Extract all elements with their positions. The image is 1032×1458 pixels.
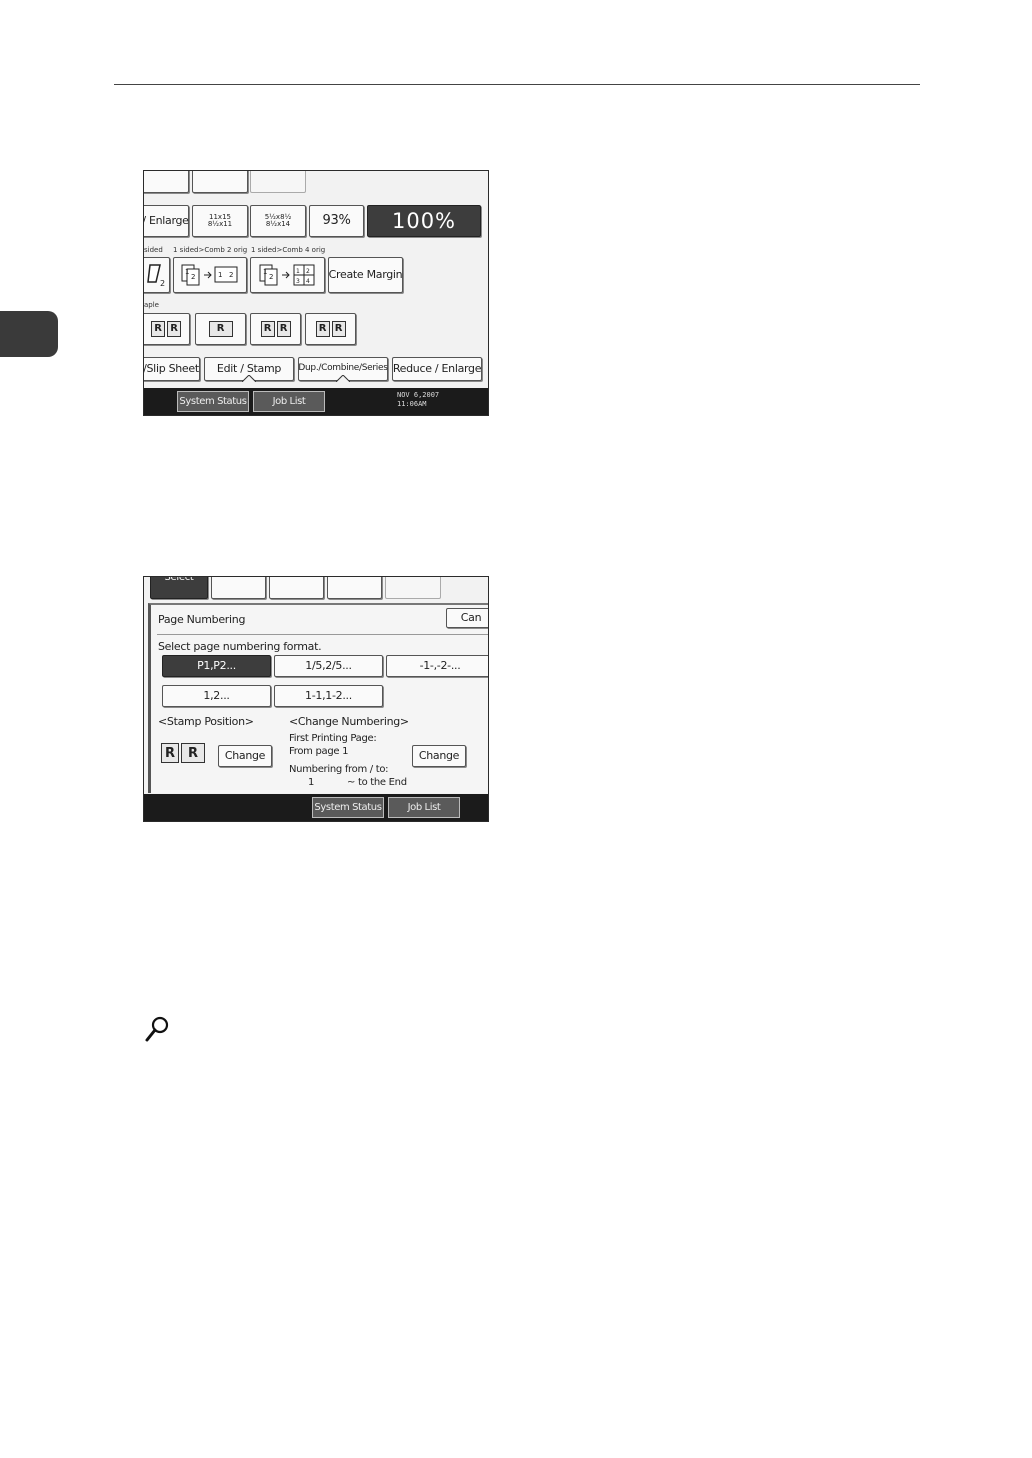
tab-reduce-enlarge[interactable]: Reduce / Enlarge — [392, 357, 482, 381]
preset-ratio-5x8-button[interactable]: 5½x8½ 8½x14 — [250, 205, 306, 237]
format-chapter-button[interactable]: 1-1,1-2... — [274, 685, 383, 707]
tab-slip-sheet[interactable]: /Slip Sheet — [144, 357, 200, 381]
status-bar: System Status Job List NOV 6,2007 11:06A… — [144, 388, 488, 415]
top-button-3[interactable] — [250, 171, 306, 193]
change-stamp-position-button[interactable]: Change — [218, 745, 272, 767]
panel-title: Page Numbering — [158, 613, 246, 626]
r-orientation-icon: R — [181, 743, 205, 763]
preset1-bottom: 8½x11 — [207, 220, 233, 228]
ratio-100-button[interactable]: 100% — [367, 205, 481, 237]
status-bar: System Status Job List — [144, 794, 488, 821]
numbering-start-value: 1 — [308, 777, 315, 788]
duplex-button[interactable]: 2 — [144, 257, 170, 293]
svg-text:1: 1 — [218, 271, 222, 279]
r-orientation-icon: R — [167, 321, 181, 337]
preset-ratio-11x15-button[interactable]: 11x15 8½x11 — [192, 205, 248, 237]
job-list-button[interactable]: Job List — [253, 391, 325, 412]
time-text: 11:06AM — [397, 400, 427, 409]
svg-text:1: 1 — [185, 268, 189, 276]
numbering-end-value: ~ to the End — [347, 777, 407, 788]
r-orientation-icon: R — [161, 743, 179, 763]
r-orientation-icon: R — [151, 321, 165, 337]
create-margin-button[interactable]: Create Margin — [328, 257, 403, 293]
combine-4-icon: 1 2 1 2 3 4 — [259, 264, 314, 286]
svg-text:1: 1 — [296, 268, 300, 275]
date-text: NOV 6,2007 — [397, 391, 440, 399]
stamp-position-label: <Stamp Position> — [158, 715, 254, 728]
tab-pointer-icon — [336, 375, 350, 382]
staple-top-left-button[interactable]: R R — [144, 313, 190, 345]
combine-4-button[interactable]: 1 2 1 2 3 4 — [250, 257, 325, 293]
staple-right-button[interactable]: R R — [305, 313, 356, 345]
chapter-tab — [0, 311, 58, 357]
first-printing-page-label: First Printing Page: — [289, 733, 377, 744]
top-button-1[interactable] — [144, 171, 189, 193]
r-orientation-icon: R — [276, 321, 291, 337]
format-plain-button[interactable]: 1,2... — [162, 685, 271, 707]
copier-screen-main: / Enlarge 11x15 8½x11 5½x8½ 8½x14 93% 10… — [143, 170, 489, 416]
select-tab[interactable]: Select — [150, 577, 208, 599]
tab-pointer-icon — [242, 375, 256, 382]
r-orientation-icon: R — [331, 321, 346, 337]
comb2-label: 1 sided>Comb 2 orig — [173, 246, 248, 254]
svg-text:2: 2 — [229, 271, 233, 279]
top-tab-5[interactable] — [385, 577, 441, 599]
top-button-2[interactable] — [192, 171, 248, 193]
panel-divider — [157, 634, 488, 635]
comb4-label: 1 sided>Comb 4 orig — [251, 246, 326, 254]
top-tab-3[interactable] — [269, 577, 324, 599]
header-rule — [114, 84, 920, 85]
staple-label: aple — [144, 301, 159, 309]
cancel-button[interactable]: Can — [446, 608, 488, 628]
reference-magnifier-icon — [145, 1016, 169, 1042]
ratio-93-button[interactable]: 93% — [309, 205, 364, 237]
r-orientation-icon: R — [260, 321, 275, 337]
duplex-label: sided — [144, 246, 163, 254]
svg-text:4: 4 — [306, 278, 310, 285]
staple-icon-1: R R — [151, 321, 181, 337]
duplex-icon: 2 — [147, 264, 165, 288]
numbering-from-to-label: Numbering from / to: — [289, 764, 389, 775]
top-tab-4[interactable] — [327, 577, 382, 599]
staple-double-button[interactable]: R R — [250, 313, 301, 345]
svg-text:2: 2 — [269, 273, 273, 281]
copier-screen-page-numbering: Select Page Numbering Can Select page nu… — [143, 576, 489, 822]
staple-top-button[interactable]: R — [195, 313, 246, 345]
svg-text:2: 2 — [191, 273, 195, 281]
format-dash-button[interactable]: -1-,-2-... — [386, 655, 488, 677]
job-list-button[interactable]: Job List — [388, 797, 460, 818]
preset2-bottom: 8½x14 — [265, 220, 291, 228]
reduce-enlarge-button[interactable]: / Enlarge — [144, 205, 189, 237]
change-numbering-button[interactable]: Change — [412, 745, 466, 767]
top-tab-2[interactable] — [211, 577, 266, 599]
svg-text:1: 1 — [263, 268, 267, 276]
staple-icon-4: R R — [315, 321, 346, 337]
stamp-position-icon: R R — [161, 743, 205, 763]
system-status-button[interactable]: System Status — [177, 391, 249, 412]
combine-2-icon: 1 2 1 2 — [181, 264, 238, 286]
svg-text:2: 2 — [160, 279, 165, 288]
staple-icon-3: R R — [260, 321, 291, 337]
instruction-text: Select page numbering format. — [158, 640, 322, 653]
format-fraction-button[interactable]: 1/5,2/5... — [274, 655, 383, 677]
system-status-button[interactable]: System Status — [312, 797, 384, 818]
r-orientation-icon: R — [208, 321, 233, 337]
from-page-value: From page 1 — [289, 746, 349, 757]
page-numbering-panel: Page Numbering Can Select page numbering… — [148, 603, 488, 793]
r-orientation-icon: R — [315, 321, 330, 337]
svg-text:2: 2 — [306, 268, 310, 275]
combine-2-button[interactable]: 1 2 1 2 — [173, 257, 247, 293]
change-numbering-label: <Change Numbering> — [289, 715, 409, 728]
date-display: NOV 6,2007 11:06AM — [397, 391, 439, 409]
svg-text:3: 3 — [296, 278, 300, 285]
format-p1-p2-button[interactable]: P1,P2... — [162, 655, 271, 677]
